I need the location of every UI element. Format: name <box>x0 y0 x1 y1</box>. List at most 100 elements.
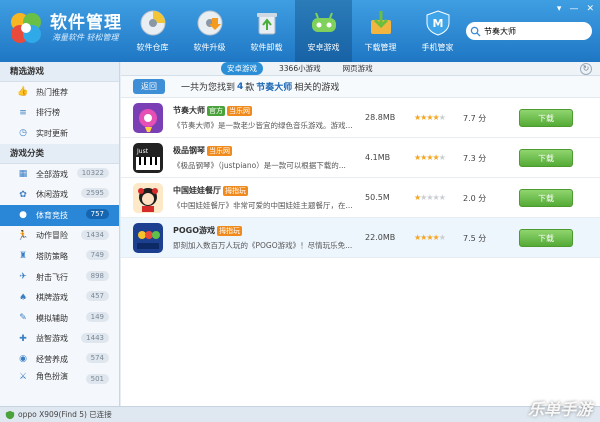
result-keyword: 节奏大师 <box>256 83 293 93</box>
game-size: 4.1MB <box>365 153 391 162</box>
source-badge: 当乐网 <box>227 105 252 116</box>
sidebar-item-hot[interactable]: 👍 热门推荐 <box>0 82 119 103</box>
subtab-web-games[interactable]: 网页游戏 <box>337 62 379 75</box>
tab-label: 软件升级 <box>193 43 226 52</box>
game-name[interactable]: 节奏大师 <box>173 105 205 116</box>
game-score: 7.7 分 <box>463 114 487 123</box>
result-count: 4 <box>237 81 244 92</box>
sidebar-item-casual[interactable]: ✿ 休闲游戏 2595 <box>0 184 119 205</box>
grid-icon: ▦ <box>18 169 28 180</box>
upgrade-disc-icon <box>197 10 222 36</box>
sidebar-item-label: 经营养成 <box>36 354 68 364</box>
sidebar-item-strategy[interactable]: ♜ 塔防策略 749 <box>0 246 119 267</box>
piano-app-icon: Just <box>133 143 163 173</box>
official-badge: 官方 <box>207 105 225 116</box>
sidebar-item-rpg[interactable]: ⚔ 角色扮演 501 <box>0 370 119 384</box>
tab-label: 下载管理 <box>364 43 397 52</box>
sidebar-item-label: 塔防策略 <box>36 251 68 261</box>
sidebar-item-sports[interactable]: ● 体育竞技 757 <box>0 204 119 226</box>
star-icon: ★★★★ <box>414 233 440 242</box>
game-name[interactable]: 中国娃娃餐厅 <box>173 185 221 196</box>
game-row[interactable]: 中国娃娃餐厅 拇指玩 《中国娃娃餐厅》非常可爱的中国娃娃主题餐厅，在... 50… <box>121 178 600 218</box>
count-badge: 757 <box>85 208 109 219</box>
game-description: 即刻加入数百万人玩的《POGO游戏》！尽情玩乐免... <box>173 241 353 250</box>
rating-stars: ★★★★★ <box>414 233 446 242</box>
download-button[interactable]: 下载 <box>519 149 573 167</box>
card-icon: ♠ <box>18 292 28 303</box>
download-button[interactable]: 下载 <box>519 109 573 127</box>
tab-android-games[interactable]: 安卓游戏 <box>295 0 352 62</box>
source-badge: 当乐网 <box>207 145 232 156</box>
game-name[interactable]: 极品钢琴 <box>173 145 205 156</box>
sidebar-item-label: 角色扮演 <box>36 372 68 382</box>
minimize-icon[interactable]: — <box>569 4 578 14</box>
sidebar-item-action[interactable]: 🏃 动作冒险 1434 <box>0 226 119 247</box>
result-prefix: 一共为您找到 <box>181 83 236 93</box>
sword-icon: ⚔ <box>18 371 28 382</box>
tab-download-manager[interactable]: 下载管理 <box>352 0 409 62</box>
android-gamepad-icon <box>311 12 336 32</box>
sidebar-item-label: 益智游戏 <box>36 334 68 344</box>
game-size: 22.0MB <box>365 233 396 242</box>
menu-icon[interactable]: ▾ <box>557 4 562 14</box>
count-badge: 149 <box>85 311 109 322</box>
result-middle: 款 <box>245 83 255 93</box>
star-icon: ★★★★ <box>414 153 440 162</box>
sidebar-item-board[interactable]: ♠ 棋牌游戏 457 <box>0 287 119 308</box>
device-status: oppo X909(Find 5) 已连接 <box>18 410 112 419</box>
tab-label: 软件卸载 <box>250 43 283 52</box>
sidebar-item-all[interactable]: ▦ 全部游戏 10322 <box>0 164 119 185</box>
sidebar-item-label: 体育竞技 <box>36 210 68 220</box>
star-icon: ★★★★ <box>414 113 440 122</box>
game-name[interactable]: POGO游戏 <box>173 225 215 236</box>
refresh-icon[interactable]: ↻ <box>580 63 592 75</box>
count-badge: 1434 <box>81 229 109 240</box>
game-row[interactable]: POGO游戏 拇指玩 即刻加入数百万人玩的《POGO游戏》！尽情玩乐免... 2… <box>121 218 600 258</box>
game-size: 50.5M <box>365 193 390 202</box>
count-badge: 749 <box>85 250 109 261</box>
tab-label: 安卓游戏 <box>307 43 340 52</box>
close-icon[interactable]: ✕ <box>586 4 594 14</box>
download-button[interactable]: 下载 <box>519 189 573 207</box>
download-button[interactable]: 下载 <box>519 229 573 247</box>
star-empty-icon: ★★★★ <box>420 193 446 202</box>
lightbulb-icon: ✚ <box>19 333 27 344</box>
sidebar-item-business[interactable]: ◉ 经营养成 574 <box>0 349 119 370</box>
search-icon[interactable] <box>470 26 481 37</box>
wrench-icon: ✎ <box>19 313 27 324</box>
search-input[interactable] <box>484 26 572 36</box>
rating-stars: ★★★★★ <box>414 153 446 162</box>
main-content: 安卓游戏 3366小游戏 网页游戏 ↻ 返回 一共为您找到 4 款 节奏大师 相… <box>121 62 600 412</box>
sidebar-item-simulation[interactable]: ✎ 模拟辅助 149 <box>0 308 119 329</box>
sidebar-item-label: 射击飞行 <box>36 272 68 282</box>
app-logo-icon <box>11 13 41 43</box>
tab-software-upgrade[interactable]: 软件升级 <box>181 0 238 62</box>
tab-software-uninstall[interactable]: 软件卸载 <box>238 0 295 62</box>
count-badge: 1443 <box>81 332 109 343</box>
game-row[interactable]: Just 极品钢琴 当乐网 《极品钢琴》（justpiano）是一款可以根据下载… <box>121 138 600 178</box>
tab-software-store[interactable]: 软件仓库 <box>124 0 181 62</box>
sidebar-item-ranking[interactable]: ≡ 排行榜 <box>0 103 119 124</box>
count-badge: 2595 <box>81 188 109 199</box>
tab-phone-manager[interactable]: M 手机管家 <box>409 0 466 62</box>
count-badge: 457 <box>85 291 109 302</box>
sidebar-item-shooting[interactable]: ✈ 射击飞行 898 <box>0 267 119 288</box>
back-button[interactable]: 返回 <box>133 79 165 94</box>
pogo-games-app-icon <box>133 223 163 253</box>
sidebar-item-updates[interactable]: ◷ 实时更新 <box>0 123 119 144</box>
running-icon: 🏃 <box>17 230 29 241</box>
count-badge: 10322 <box>76 167 109 178</box>
search-box <box>466 22 592 40</box>
plane-icon: ✈ <box>19 272 27 283</box>
sidebar-item-label: 棋牌游戏 <box>36 293 68 303</box>
sidebar-item-label: 动作冒险 <box>36 231 68 241</box>
sidebar-item-puzzle[interactable]: ✚ 益智游戏 1443 <box>0 329 119 350</box>
app-title: 软件管理 <box>50 13 122 33</box>
recycle-bin-icon <box>256 13 277 35</box>
subtab-android-games[interactable]: 安卓游戏 <box>221 62 263 75</box>
game-row[interactable]: 节奏大师 官方 当乐网 《节奏大师》是一款老少皆宜的绿色音乐游戏。游戏... 2… <box>121 98 600 138</box>
subtab-3366-games[interactable]: 3366小游戏 <box>273 62 327 75</box>
tower-icon: ♜ <box>18 251 28 262</box>
main-tabs: 软件仓库 软件升级 软件卸载 安卓游戏 下载管理 M 手机管家 <box>124 0 466 62</box>
sidebar-item-label: 休闲游戏 <box>36 190 68 200</box>
